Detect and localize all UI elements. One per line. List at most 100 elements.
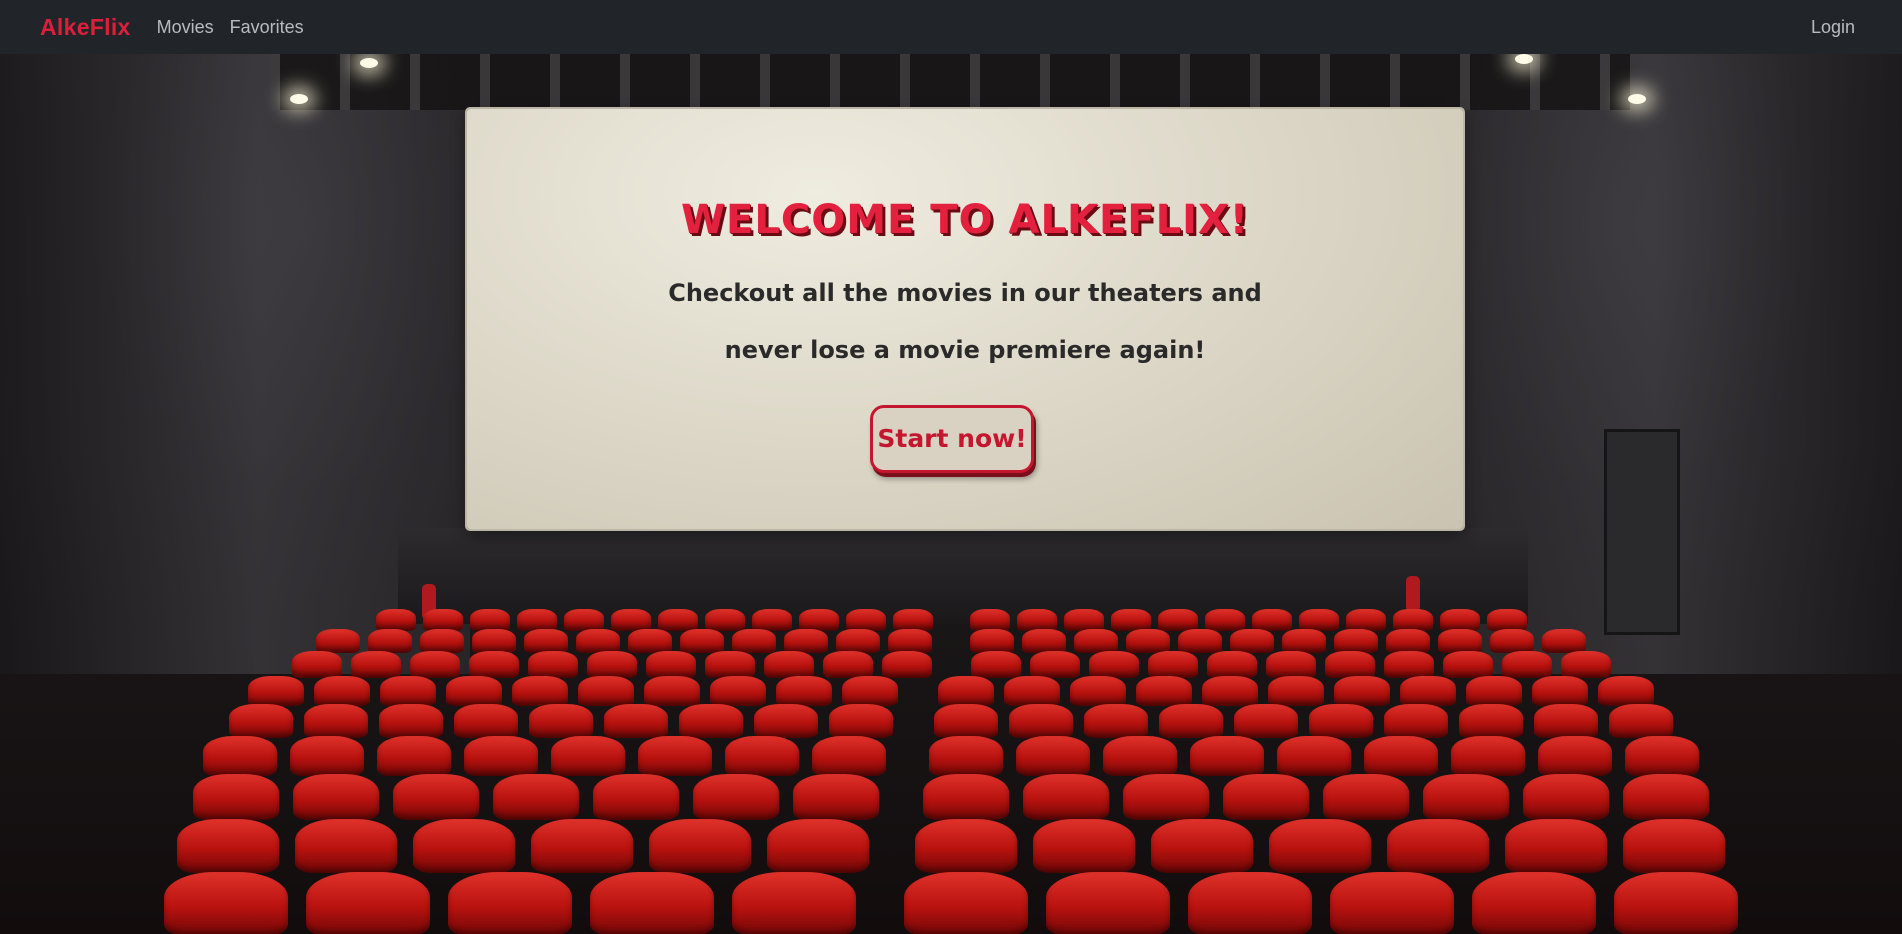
seat bbox=[1136, 676, 1192, 706]
ceiling-spotlight-icon bbox=[360, 58, 378, 68]
seat bbox=[1538, 736, 1612, 776]
seat bbox=[316, 629, 360, 653]
seat bbox=[1534, 704, 1598, 738]
seat bbox=[469, 609, 510, 631]
seat bbox=[422, 609, 463, 631]
seat bbox=[1088, 651, 1139, 678]
seat bbox=[842, 676, 898, 706]
seat bbox=[1004, 676, 1060, 706]
seat bbox=[638, 736, 712, 776]
seat bbox=[1423, 774, 1509, 820]
seat bbox=[1016, 609, 1057, 631]
seat bbox=[1269, 819, 1371, 873]
seat bbox=[1009, 704, 1073, 738]
seat bbox=[1223, 774, 1309, 820]
seat bbox=[888, 629, 932, 653]
seat bbox=[1110, 609, 1151, 631]
seat bbox=[1282, 629, 1326, 653]
seat bbox=[420, 629, 464, 653]
seat bbox=[248, 676, 304, 706]
seat bbox=[767, 819, 869, 873]
seat bbox=[845, 609, 886, 631]
seat bbox=[446, 676, 502, 706]
seat bbox=[1439, 609, 1480, 631]
seat bbox=[314, 676, 370, 706]
nav-link-favorites[interactable]: Favorites bbox=[230, 17, 304, 38]
seat bbox=[551, 736, 625, 776]
seat bbox=[751, 609, 792, 631]
seat bbox=[680, 629, 724, 653]
seat bbox=[1334, 676, 1390, 706]
seat bbox=[628, 629, 672, 653]
seat bbox=[593, 774, 679, 820]
seat bbox=[929, 736, 1003, 776]
seat bbox=[1364, 736, 1438, 776]
seat bbox=[1459, 704, 1523, 738]
seat bbox=[1532, 676, 1588, 706]
seat bbox=[1033, 819, 1135, 873]
seat bbox=[938, 676, 994, 706]
seat bbox=[291, 651, 342, 678]
seat bbox=[164, 872, 288, 934]
seat bbox=[812, 736, 886, 776]
seat bbox=[1265, 651, 1316, 678]
seat bbox=[1345, 609, 1386, 631]
seat bbox=[1609, 704, 1673, 738]
seat bbox=[1323, 774, 1409, 820]
seat bbox=[1309, 704, 1373, 738]
hero-tagline-line2: never lose a movie premiere again! bbox=[724, 336, 1206, 364]
seat bbox=[590, 872, 714, 934]
seat bbox=[1023, 774, 1109, 820]
seat bbox=[1451, 736, 1525, 776]
seat bbox=[448, 872, 572, 934]
seat bbox=[1387, 819, 1489, 873]
seat bbox=[350, 651, 401, 678]
seat bbox=[1384, 704, 1448, 738]
seat bbox=[586, 651, 637, 678]
ceiling-grid bbox=[270, 54, 1630, 110]
nav-link-movies[interactable]: Movies bbox=[157, 17, 214, 38]
wall-spotlight-icon bbox=[1628, 94, 1646, 104]
seat bbox=[1383, 651, 1434, 678]
seat bbox=[293, 774, 379, 820]
seat bbox=[934, 704, 998, 738]
seat bbox=[1560, 651, 1611, 678]
brand-logo[interactable]: AlkeFlix bbox=[40, 14, 131, 41]
seat bbox=[1472, 872, 1596, 934]
seat bbox=[304, 704, 368, 738]
seat bbox=[1151, 819, 1253, 873]
seat bbox=[1438, 629, 1482, 653]
seat bbox=[454, 704, 518, 738]
seat bbox=[524, 629, 568, 653]
seat bbox=[1623, 819, 1725, 873]
seat bbox=[578, 676, 634, 706]
start-now-button[interactable]: Start now! bbox=[870, 405, 1034, 473]
seat bbox=[710, 676, 766, 706]
seat bbox=[704, 651, 755, 678]
seat bbox=[1268, 676, 1324, 706]
top-navbar: AlkeFlix Movies Favorites Login bbox=[0, 0, 1902, 54]
seat bbox=[1070, 676, 1126, 706]
seat bbox=[1466, 676, 1522, 706]
seat bbox=[464, 736, 538, 776]
seat bbox=[970, 629, 1014, 653]
fire-extinguisher-icon bbox=[1406, 576, 1420, 612]
seat bbox=[1178, 629, 1222, 653]
seat bbox=[1022, 629, 1066, 653]
seat bbox=[203, 736, 277, 776]
seat bbox=[1029, 651, 1080, 678]
seat bbox=[1251, 609, 1292, 631]
seat bbox=[229, 704, 293, 738]
seat bbox=[1330, 872, 1454, 934]
seat bbox=[1204, 609, 1245, 631]
seat bbox=[822, 651, 873, 678]
seat bbox=[793, 774, 879, 820]
seat bbox=[576, 629, 620, 653]
seat bbox=[754, 704, 818, 738]
login-link[interactable]: Login bbox=[1811, 17, 1855, 38]
seat bbox=[1046, 872, 1170, 934]
seat bbox=[295, 819, 397, 873]
seat bbox=[472, 629, 516, 653]
seat bbox=[881, 651, 932, 678]
seat bbox=[563, 609, 604, 631]
